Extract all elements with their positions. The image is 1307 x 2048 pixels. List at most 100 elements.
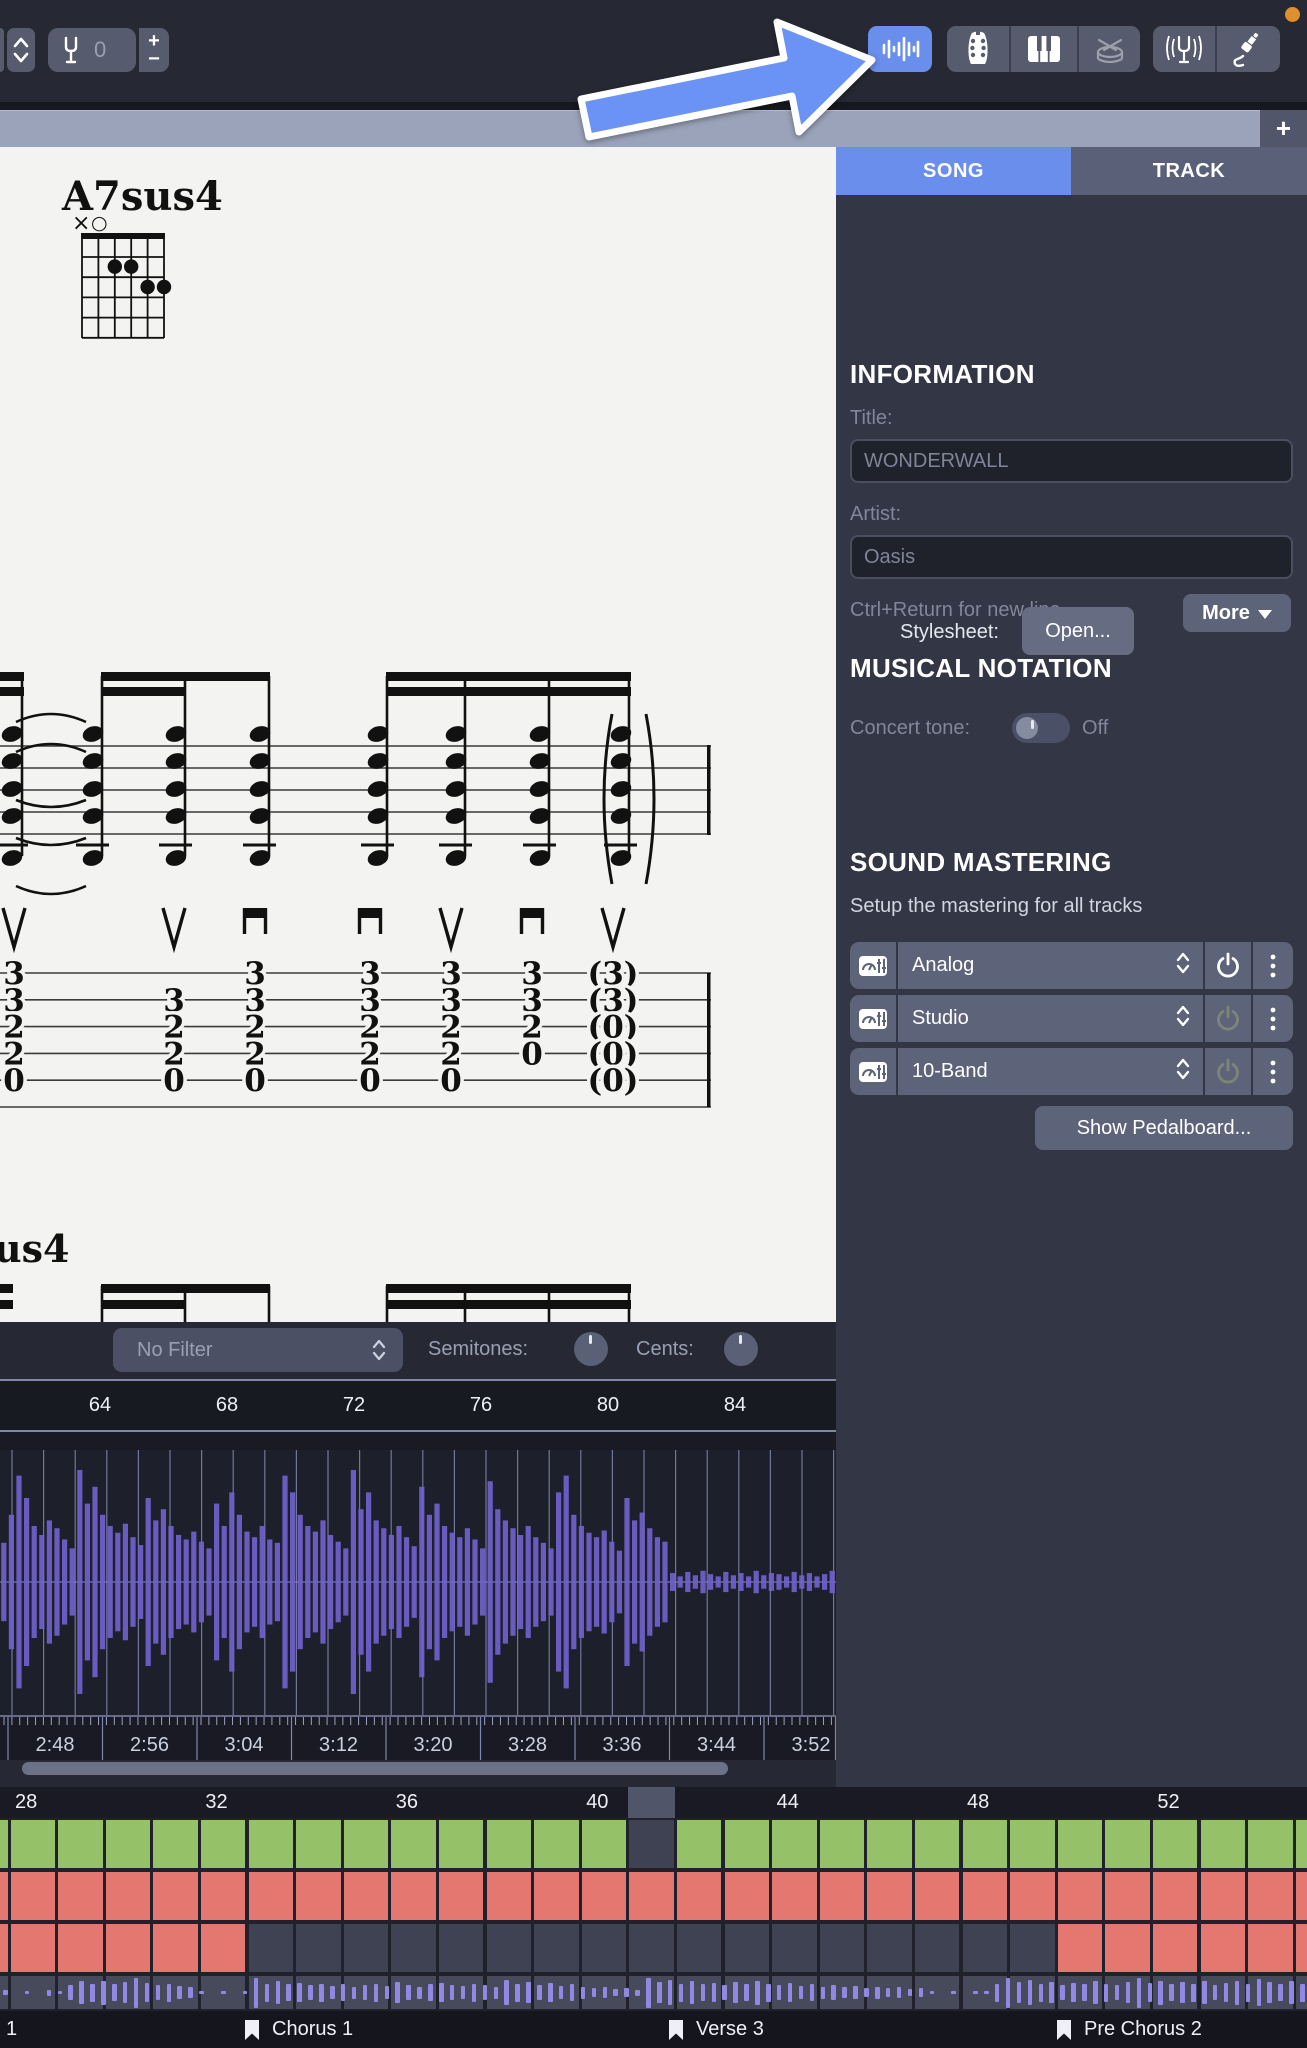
keyboard-view-button[interactable] xyxy=(1011,26,1077,72)
timeline-cell[interactable] xyxy=(1248,1872,1293,1920)
timeline-cell[interactable] xyxy=(914,1820,960,1868)
timeline-cell[interactable] xyxy=(58,1820,103,1868)
filter-dropdown[interactable]: No Filter xyxy=(113,1328,403,1372)
timeline-cell[interactable] xyxy=(629,1872,674,1920)
timeline-cell[interactable] xyxy=(1105,1820,1150,1868)
timeline-cell[interactable] xyxy=(153,1872,198,1920)
tab-track[interactable]: TRACK xyxy=(1071,147,1307,195)
tuner-offset-control[interactable]: 0 xyxy=(48,28,136,72)
timeline-cell[interactable] xyxy=(1105,1872,1150,1920)
timeline-track-2-row[interactable] xyxy=(0,1870,1307,1922)
timeline-cell[interactable] xyxy=(1295,1924,1307,1972)
timeline-cell[interactable] xyxy=(914,1872,960,1920)
timeline-cell[interactable] xyxy=(0,1820,8,1868)
audio-track-view-button[interactable] xyxy=(868,26,932,72)
timeline-bar-number[interactable]: 52 xyxy=(1157,1791,1179,1814)
timeline-cell[interactable] xyxy=(200,1872,246,1920)
artist-input[interactable]: Oasis xyxy=(850,535,1293,579)
timeline-bar-number[interactable]: 44 xyxy=(777,1791,799,1814)
timeline-cell[interactable] xyxy=(105,1820,151,1868)
section-marker[interactable]: 1 xyxy=(6,2011,17,2048)
more-button[interactable]: More xyxy=(1183,594,1291,632)
timeline-bar-number[interactable]: 40 xyxy=(586,1791,608,1814)
timeline-cell[interactable] xyxy=(486,1820,532,1868)
timeline-cell[interactable] xyxy=(1057,1820,1103,1868)
timeline-cell[interactable] xyxy=(0,1872,8,1920)
tab-song[interactable]: SONG xyxy=(836,147,1071,195)
timeline-cell[interactable] xyxy=(248,1872,294,1920)
timeline-cell[interactable] xyxy=(1010,1872,1055,1920)
timeline-bar-number[interactable]: 36 xyxy=(396,1791,418,1814)
timeline-cell[interactable] xyxy=(1010,1924,1055,1972)
timeline-cell[interactable] xyxy=(248,1924,294,1972)
section-marker[interactable]: Chorus 1 xyxy=(244,2011,353,2048)
timeline-cell[interactable] xyxy=(1248,1820,1293,1868)
timeline-cell[interactable] xyxy=(819,1820,865,1868)
timeline-cell[interactable] xyxy=(819,1924,865,1972)
timeline-cell[interactable] xyxy=(962,1924,1008,1972)
timeline-cell[interactable] xyxy=(1295,1872,1307,1920)
add-tab-button[interactable]: + xyxy=(1260,110,1307,147)
timeline-cell[interactable] xyxy=(153,1924,198,1972)
row-menu-button[interactable] xyxy=(1253,1048,1293,1095)
cents-knob[interactable] xyxy=(724,1332,758,1366)
timeline-cell[interactable] xyxy=(58,1872,103,1920)
timeline-cell[interactable] xyxy=(438,1872,484,1920)
mastering-row-analog[interactable]: Analog xyxy=(850,942,1293,989)
scrollbar-track[interactable] xyxy=(0,1760,836,1787)
title-input[interactable]: WONDERWALL xyxy=(850,439,1293,483)
show-pedalboard-button[interactable]: Show Pedalboard... xyxy=(1035,1106,1293,1150)
timeline-cell[interactable] xyxy=(248,1820,294,1868)
timeline-cell[interactable] xyxy=(1010,1820,1055,1868)
timeline-cell[interactable] xyxy=(724,1820,770,1868)
row-menu-button[interactable] xyxy=(1253,942,1293,989)
guitar-view-button[interactable] xyxy=(947,26,1009,72)
timeline-cell[interactable] xyxy=(962,1872,1008,1920)
timeline-cell[interactable] xyxy=(724,1924,770,1972)
scrollbar-thumb[interactable] xyxy=(22,1762,728,1775)
timeline-cell[interactable] xyxy=(867,1924,912,1972)
timeline-cell[interactable] xyxy=(391,1872,436,1920)
concert-tone-toggle[interactable] xyxy=(1012,713,1070,743)
score-view[interactable]: A7sus4 × ○ 3 3 2 2 0 3 2 2 0 3 3 2 2 0 3 3 2 2 0 3 3 2 2 0 3 3 2 0 (3)(… xyxy=(0,147,836,1322)
timeline-cell[interactable] xyxy=(200,1820,246,1868)
mastering-preset-select[interactable]: Analog xyxy=(898,942,1203,989)
timeline-cell[interactable] xyxy=(10,1820,56,1868)
timeline-bar-numbers[interactable]: 28 32 36 40 44 48 52 xyxy=(0,1787,1307,1818)
timeline-cell[interactable] xyxy=(105,1924,151,1972)
timeline-cell[interactable] xyxy=(10,1872,56,1920)
increment-decrement-button[interactable]: + − xyxy=(139,28,169,72)
waveform-display[interactable] xyxy=(0,1450,836,1715)
stylesheet-open-button[interactable]: Open... xyxy=(1022,607,1134,655)
timeline-cell[interactable] xyxy=(1295,1820,1307,1868)
timeline-bar-number[interactable]: 48 xyxy=(967,1791,989,1814)
spinner-button[interactable] xyxy=(7,28,35,72)
timeline-cell[interactable] xyxy=(534,1924,579,1972)
timeline-cell[interactable] xyxy=(391,1924,436,1972)
document-tab-bar[interactable] xyxy=(0,110,1260,147)
timeline-cell[interactable] xyxy=(1200,1924,1246,1972)
timeline-cell[interactable] xyxy=(629,1924,674,1972)
timeline-cell[interactable] xyxy=(914,1924,960,1972)
section-marker[interactable]: Pre Chorus 2 xyxy=(1056,2011,1202,2048)
time-ruler[interactable]: 2:48 2:56 3:04 3:12 3:20 3:28 3:36 3:44 3:52 xyxy=(0,1715,837,1760)
timeline-bar-number[interactable]: 32 xyxy=(205,1791,227,1814)
timeline-cell[interactable] xyxy=(1105,1924,1150,1972)
timeline-cell[interactable] xyxy=(534,1872,579,1920)
timeline-cell[interactable] xyxy=(486,1872,532,1920)
timeline-cell[interactable] xyxy=(581,1872,627,1920)
timeline-cell[interactable] xyxy=(296,1924,341,1972)
timeline-cell[interactable] xyxy=(1057,1924,1103,1972)
timeline-track-3-row[interactable] xyxy=(0,1922,1307,1974)
line-in-button[interactable] xyxy=(1217,26,1280,72)
timeline-cell[interactable] xyxy=(58,1924,103,1972)
playhead-cell[interactable] xyxy=(627,1787,676,1818)
timeline-cell[interactable] xyxy=(296,1820,341,1868)
timeline-cell[interactable] xyxy=(343,1820,389,1868)
tuner-button[interactable] xyxy=(1153,26,1215,72)
timeline-cell[interactable] xyxy=(581,1924,627,1972)
timeline-cell[interactable] xyxy=(200,1924,246,1972)
timeline-cell[interactable] xyxy=(819,1872,865,1920)
timeline-cell[interactable] xyxy=(153,1820,198,1868)
timeline-cell[interactable] xyxy=(724,1872,770,1920)
